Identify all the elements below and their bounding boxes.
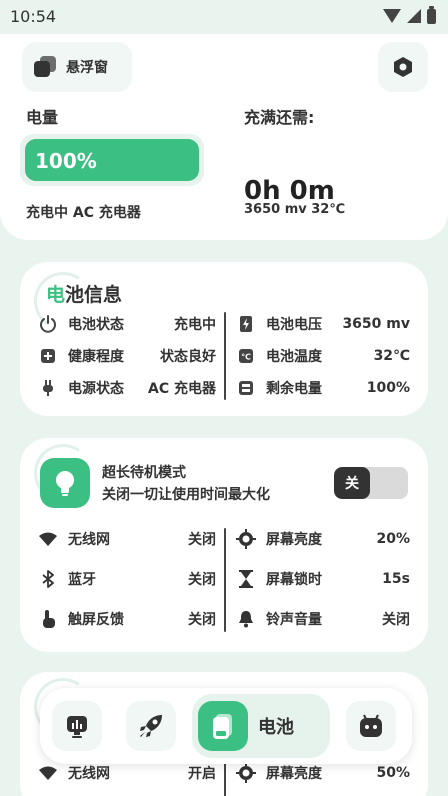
info-value: 3650 mv [342, 316, 410, 332]
battery-level-fill: 100% [25, 139, 199, 181]
brightness-icon [234, 761, 258, 785]
battery-summary-card: 悬浮窗 电量 充满还需: 100% 0h 0m 充电中 AC 充电器 3650 … [0, 34, 448, 240]
bell-icon [234, 607, 258, 631]
toggle-knob: 关 [334, 467, 370, 499]
float-window-label: 悬浮窗 [66, 60, 108, 76]
status-time: 10:54 [10, 6, 57, 26]
standby-row-touch-feedback[interactable]: 触屏反馈 关闭 [36, 604, 216, 634]
wifi-signal-icon [383, 9, 401, 23]
rocket-icon [140, 715, 162, 737]
info-value: 32℃ [373, 348, 410, 364]
nav-item-battery[interactable]: 电池 [192, 694, 330, 758]
status-bar: 10:54 [0, 0, 448, 32]
remaining-label: 充满还需: [244, 108, 315, 127]
battery-remaining-icon [234, 376, 258, 400]
status-icons [383, 5, 436, 24]
setting-value: 20% [376, 531, 410, 547]
charge-status-text: 充电中 AC 充电器 [26, 205, 141, 221]
bluetooth-icon [36, 567, 60, 591]
setting-value: 开启 [188, 766, 216, 782]
info-label: 电池电压 [266, 317, 322, 333]
standby-mode-card: 超长待机模式 关闭一切让使用时间最大化 关 无线网 关闭 蓝牙 关闭 触屏反馈 … [20, 438, 428, 652]
settings-icon [394, 57, 412, 77]
brightness-icon [234, 527, 258, 551]
standby-row-bluetooth[interactable]: 蓝牙 关闭 [36, 564, 216, 594]
column-divider [224, 312, 226, 400]
setting-label: 无线网 [68, 766, 110, 782]
setting-label: 无线网 [68, 532, 110, 548]
plug-icon [36, 376, 60, 400]
voltage-temp-text: 3650 mv 32℃ [244, 202, 346, 217]
info-value: 充电中 [174, 317, 216, 333]
standby-row-brightness[interactable]: 屏幕亮度 20% [234, 524, 410, 554]
setting-label: 屏幕锁时 [266, 572, 322, 588]
info-label: 健康程度 [68, 349, 124, 365]
setting-label: 屏幕亮度 [266, 532, 322, 548]
battery-nav-icon [198, 701, 248, 751]
info-row-voltage: 电池电压 3650 mv [234, 309, 410, 339]
status-battery-icon [427, 5, 436, 24]
info-label: 电池状态 [68, 317, 124, 333]
hourglass-icon [234, 567, 258, 591]
setting-label: 蓝牙 [68, 572, 96, 588]
wifi-icon [36, 761, 60, 785]
setting-value: 关闭 [188, 532, 216, 548]
setting-value: 关闭 [382, 612, 410, 628]
nav-item-android[interactable] [346, 701, 396, 751]
power-icon [36, 312, 60, 336]
nav-item-stats[interactable] [52, 701, 102, 751]
setting-label: 铃声音量 [266, 612, 322, 628]
battery-level-text: 100% [35, 149, 97, 173]
info-value: AC 充电器 [148, 381, 216, 397]
nav-label-battery: 电池 [258, 717, 294, 738]
info-row-health: 健康程度 状态良好 [36, 341, 216, 371]
stats-icon [67, 716, 87, 738]
wifi-icon [36, 527, 60, 551]
setting-label: 触屏反馈 [68, 612, 124, 628]
battery-level-bar: 100% [20, 134, 204, 186]
float-window-button[interactable]: 悬浮窗 [22, 42, 132, 92]
info-label: 剩余电量 [266, 381, 322, 397]
info-value: 100% [366, 380, 410, 396]
standby-title: 超长待机模式 [102, 465, 186, 481]
setting-value: 15s [382, 571, 410, 587]
svg-text:℃: ℃ [241, 353, 251, 362]
setting-value: 50% [376, 765, 410, 781]
title-rest: 池信息 [65, 284, 123, 306]
info-row-remaining: 剩余电量 100% [234, 373, 410, 403]
info-label: 电源状态 [68, 381, 124, 397]
title-highlight: 电 [46, 284, 66, 306]
info-label: 电池温度 [266, 349, 322, 365]
setting-label: 屏幕亮度 [266, 766, 322, 782]
info-value: 状态良好 [160, 349, 216, 365]
temperature-icon: ℃ [234, 344, 258, 368]
bottom-nav: 电池 [40, 688, 412, 764]
standby-row-ringtone[interactable]: 铃声音量 关闭 [234, 604, 410, 634]
voltage-bolt-icon [234, 312, 258, 336]
touch-feedback-icon [36, 607, 60, 631]
battery-info-card: 电池信息 电池状态 充电中 健康程度 状态良好 电源状态 AC 充电器 电池电压… [20, 262, 428, 416]
standby-row-wifi[interactable]: 无线网 关闭 [36, 524, 216, 554]
info-row-temperature: ℃ 电池温度 32℃ [234, 341, 410, 371]
setting-value: 关闭 [188, 572, 216, 588]
bulb-icon [40, 458, 90, 508]
standby-toggle[interactable]: 关 [334, 467, 408, 499]
health-plus-icon [36, 344, 60, 368]
level-label: 电量 [26, 108, 59, 127]
column-divider [224, 762, 226, 796]
android-icon [360, 714, 382, 737]
standby-row-screen-timeout[interactable]: 屏幕锁时 15s [234, 564, 410, 594]
setting-value: 关闭 [188, 612, 216, 628]
info-row-power-source: 电源状态 AC 充电器 [36, 373, 216, 403]
standby-subtitle: 关闭一切让使用时间最大化 [102, 487, 270, 503]
info-row-battery-status: 电池状态 充电中 [36, 309, 216, 339]
nav-item-rocket[interactable] [126, 701, 176, 751]
battery-info-title: 电池信息 [46, 280, 122, 307]
column-divider [224, 528, 226, 632]
cell-signal-icon [407, 9, 421, 23]
settings-button[interactable] [378, 42, 428, 92]
float-window-icon [34, 56, 56, 78]
